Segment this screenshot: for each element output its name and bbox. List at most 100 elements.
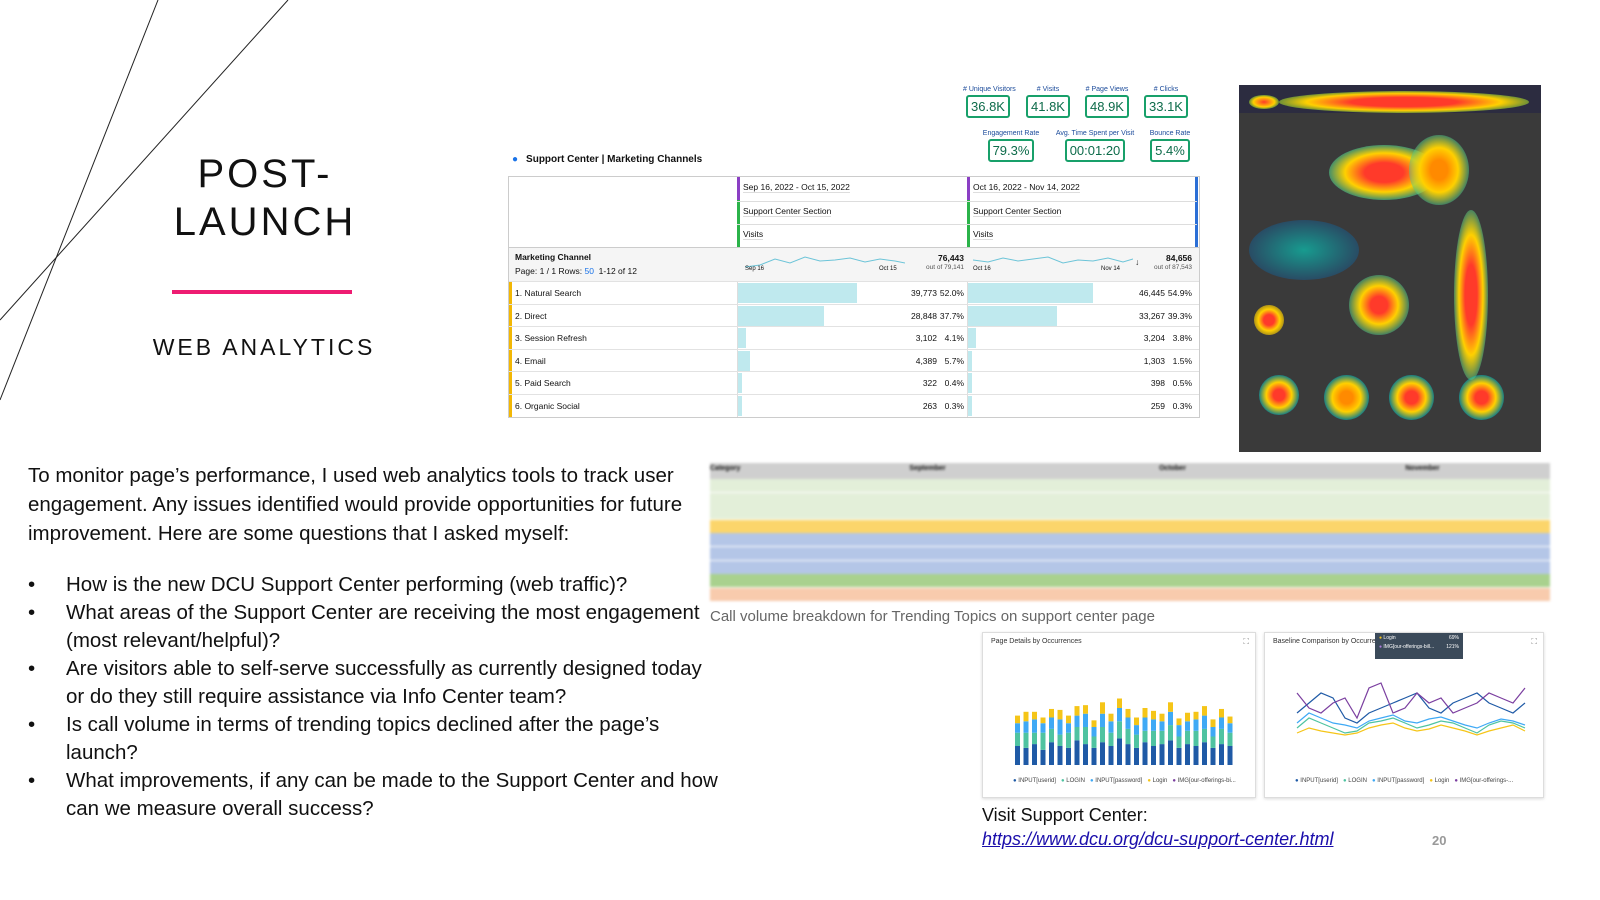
bar-segment — [1193, 719, 1199, 731]
kpi-visits: # Visits 41.8K — [1023, 86, 1073, 118]
kpi-bounce-rate: Bounce Rate 5.4% — [1145, 130, 1195, 162]
bar-segment — [1108, 732, 1114, 746]
table-row[interactable]: 3. Session Refresh 3,102 4.1% 3,204 3.8% — [509, 326, 1199, 349]
col2-metric[interactable]: Visits — [973, 229, 994, 240]
row-marker — [509, 327, 512, 349]
bar-segment — [1151, 710, 1156, 720]
bar-segment — [1134, 717, 1139, 726]
bar-segment — [1023, 711, 1029, 722]
bar-segment — [1227, 716, 1233, 724]
bar-segment — [1176, 736, 1182, 748]
bar-segment — [1032, 711, 1037, 720]
kpi-page-views: # Page Views 48.9K — [1082, 86, 1132, 118]
col2-bar — [967, 328, 976, 348]
row-marker — [509, 372, 512, 394]
bar-segment — [1066, 723, 1071, 733]
bar-segment — [1074, 740, 1080, 765]
support-center-link[interactable]: https://www.dcu.org/dcu-support-center.h… — [982, 829, 1333, 850]
expand-icon[interactable]: ⛶ — [1243, 637, 1249, 647]
intro-paragraph: To monitor page’s performance, I used we… — [28, 464, 683, 545]
bar-segment — [1219, 708, 1224, 718]
bar-segment — [1176, 725, 1182, 737]
bar-segment — [1202, 728, 1207, 743]
bar-segment — [1151, 746, 1156, 765]
bar-segment — [1142, 717, 1148, 731]
bar-segment — [1193, 730, 1199, 746]
col1-bar — [737, 305, 824, 326]
bar-segment — [1142, 708, 1148, 718]
bar-segment — [1049, 742, 1054, 765]
channel-name: 5. Paid Search — [515, 378, 571, 388]
question-list: • How is the new DCU Support Center perfo… — [28, 571, 718, 823]
question-item: • What improvements, if any can be made t… — [28, 769, 718, 820]
bar-segment — [1168, 711, 1173, 726]
bar-segment — [1091, 736, 1097, 748]
col1-value: 4,389 — [915, 355, 937, 366]
col1-bar — [737, 350, 751, 371]
bar-segment — [1015, 723, 1020, 733]
bar-segment — [1142, 742, 1148, 765]
rows-select[interactable]: 50 — [584, 266, 593, 276]
bar-segment — [1074, 715, 1080, 727]
call-row — [710, 492, 1550, 507]
col2-percent: 54.9% — [1167, 288, 1192, 298]
col2-value: 398 — [1150, 378, 1165, 388]
question-item: • Is call volume in terms of trending top… — [28, 713, 660, 764]
channel-name: 1. Natural Search — [515, 288, 582, 298]
bar-segment — [1066, 732, 1071, 748]
table-row[interactable]: 1. Natural Search 39,773 52.0% 46,445 54.9% — [509, 281, 1199, 304]
bar-segment — [1125, 728, 1131, 745]
row-marker — [509, 394, 512, 417]
table-row[interactable]: 2. Direct 28,848 37.7% 33,267 39.3% — [509, 303, 1199, 327]
col1-segment[interactable]: Support Center Section — [743, 206, 832, 217]
heatmap-screenshot — [1239, 85, 1541, 452]
call-row — [710, 506, 1550, 521]
col1-percent: 4.1% — [944, 333, 964, 343]
call-volume-caption: Call volume breakdown for Trending Topic… — [710, 608, 1155, 625]
col2-date[interactable]: Oct 16, 2022 - Nov 14, 2022 — [973, 182, 1080, 193]
col2-percent: 1.5% — [1172, 355, 1192, 366]
dimension-label: Marketing Channel — [515, 252, 592, 262]
table-row[interactable]: 4. Email 4,389 5.7% 1,303 1.5% — [509, 348, 1199, 372]
expand-icon[interactable]: ⛶ — [1531, 637, 1537, 647]
bar-segment — [1083, 713, 1088, 727]
col1-date[interactable]: Sep 16, 2022 - Oct 15, 2022 — [743, 182, 850, 193]
col2-value: 3,204 — [1143, 333, 1165, 343]
bar-segment — [1066, 715, 1071, 724]
bar-segment — [1219, 728, 1224, 745]
title-line-2: LAUNCH — [173, 200, 357, 244]
bar-segment — [1210, 736, 1216, 748]
baseline-comparison-chart: Baseline Comparison by Occurrences ⛶ ● L… — [1264, 632, 1544, 798]
table-row[interactable]: 6. Organic Social 263 0.3% 259 0.3% — [509, 393, 1199, 417]
col2-marker — [967, 177, 970, 247]
col1-metric[interactable]: Visits — [743, 229, 764, 240]
bar-segment — [1091, 720, 1097, 727]
table-row[interactable]: 5. Paid Search 322 0.4% 398 0.5% — [509, 371, 1199, 394]
bar-segment — [1032, 744, 1037, 765]
bar-segment — [1040, 717, 1046, 724]
bar-segment — [1032, 732, 1037, 745]
chart-legend: ● INPUT[userid] ● LOGIN ● INPUT[password… — [1013, 778, 1236, 784]
bar-segment — [1117, 698, 1122, 708]
bar-segment — [1219, 744, 1224, 765]
page-details-chart: Page Details by Occurrences ⛶ ● INPUT[us… — [982, 632, 1256, 798]
chart-title: Baseline Comparison by Occurrences — [1273, 638, 1391, 645]
chart-title: Page Details by Occurrences — [991, 638, 1082, 645]
col2-segment[interactable]: Support Center Section — [973, 206, 1062, 217]
bar-segment — [1176, 747, 1182, 765]
channel-name: 6. Organic Social — [515, 400, 580, 411]
row-marker — [509, 282, 512, 304]
col1-value: 39,773 — [911, 288, 937, 298]
bar-segment — [1083, 727, 1088, 745]
bullet-dot-icon: ● — [512, 154, 519, 165]
col2-value: 33,267 — [1139, 310, 1165, 321]
bar-segment — [1049, 728, 1054, 743]
col1-percent: 5.7% — [944, 355, 964, 366]
bar-segment — [1066, 747, 1071, 765]
bar-segment — [1134, 725, 1139, 735]
bar-segment — [1151, 730, 1156, 746]
col1-value: 3,102 — [915, 333, 937, 343]
row-marker — [509, 349, 512, 372]
bar-segment — [1015, 746, 1020, 765]
bar-segment — [1032, 719, 1037, 733]
